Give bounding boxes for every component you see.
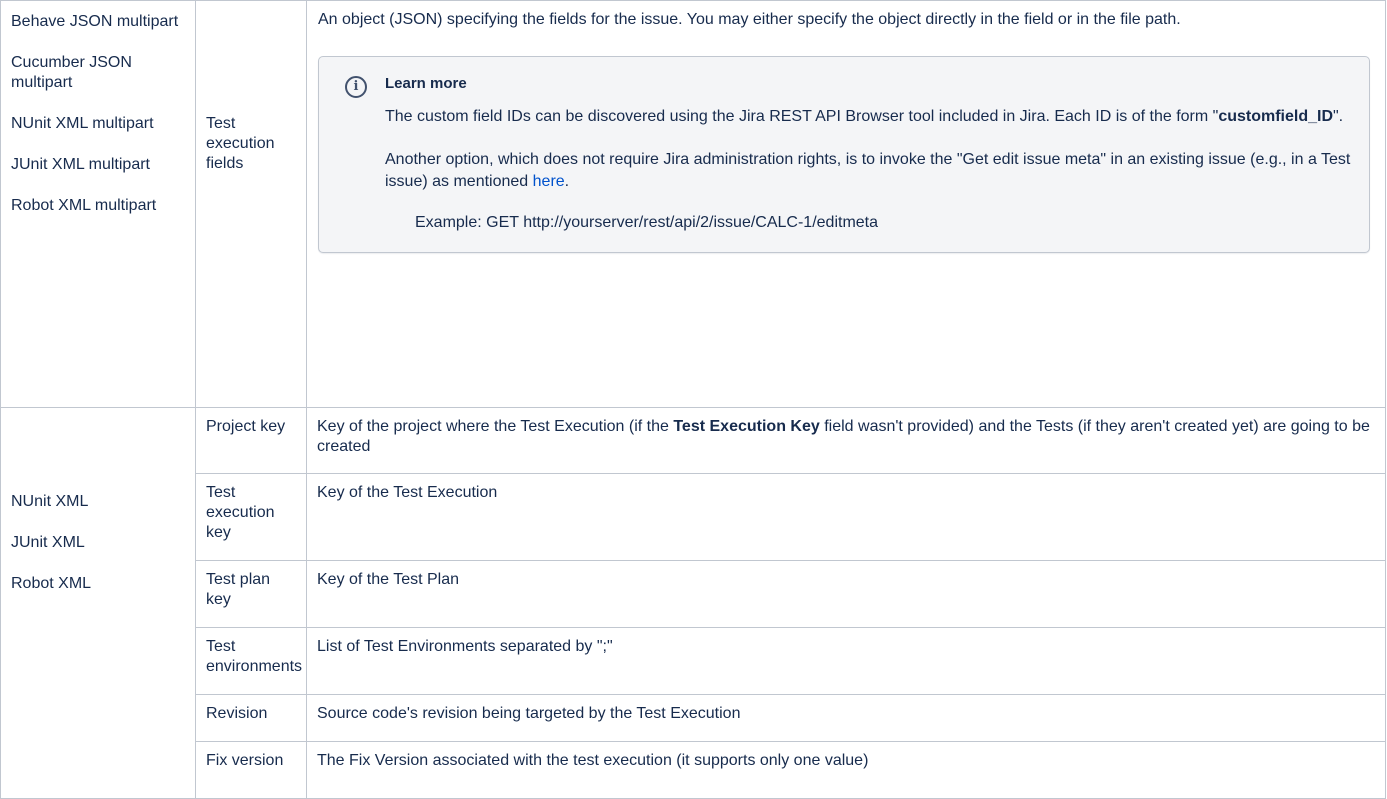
info-panel: i Learn more The custom field IDs can be… [318, 56, 1370, 253]
description-cell: Key of the Test Plan [306, 560, 1386, 628]
table-row: Revision Source code's revision being ta… [1, 694, 1386, 742]
format-item: JUnit XML [11, 533, 85, 551]
field-description: List of Test Environments separated by "… [317, 638, 613, 655]
text-span: Another option, which does not require J… [385, 151, 1351, 190]
description-cell: List of Test Environments separated by "… [306, 627, 1386, 695]
format-cell: NUnit XML JUnit XML Robot XML [0, 407, 196, 799]
field-name-cell: Revision [195, 694, 307, 742]
bold-text: customfield_ID [1218, 108, 1333, 125]
table-row: NUnit XML JUnit XML Robot XML Project ke… [0, 407, 1386, 799]
here-link[interactable]: here [533, 173, 565, 190]
format-item: Behave JSON multipart [11, 13, 179, 30]
table-row: Test execution key Key of the Test Execu… [1, 473, 1386, 561]
field-name: Revision [206, 705, 268, 722]
field-description: Source code's revision being targeted by… [317, 705, 741, 722]
format-item: JUnit XML multipart [11, 156, 150, 173]
field-description: Key of the Test Plan [317, 571, 460, 588]
table-row: Behave JSON multipart Cucumber JSON mult… [0, 0, 1386, 408]
field-name-cell: Test execution key [195, 473, 307, 561]
text-span: Key of the project where the Test Execut… [317, 418, 674, 435]
field-name-cell: Test environments [195, 627, 307, 695]
field-name: Test plan key [206, 571, 271, 608]
panel-title: Learn more [385, 75, 467, 92]
bold-text: Test Execution Key [673, 418, 820, 435]
field-description: The Fix Version associated with the test… [317, 752, 869, 769]
format-item: Cucumber JSON multipart [11, 54, 132, 91]
panel-paragraph: Another option, which does not require J… [385, 149, 1353, 193]
description-cell: Key of the Test Execution [306, 473, 1386, 561]
panel-paragraph: The custom field IDs can be discovered u… [385, 106, 1353, 128]
format-item: NUnit XML [11, 492, 89, 510]
text-span: ". [1333, 108, 1344, 125]
field-description: An object (JSON) specifying the fields f… [318, 11, 1181, 28]
description-cell: Key of the project where the Test Execut… [306, 407, 1386, 474]
field-description: Key of the Test Execution [317, 484, 498, 501]
field-name: Test execution fields [206, 114, 275, 172]
field-name-cell: Test plan key [195, 560, 307, 628]
format-cell: Behave JSON multipart Cucumber JSON mult… [0, 0, 196, 408]
field-name: Test environments [206, 638, 303, 675]
table-row: Test plan key Key of the Test Plan [1, 560, 1386, 628]
field-name: Fix version [206, 752, 284, 769]
format-item: NUnit XML multipart [11, 115, 154, 132]
description-cell: An object (JSON) specifying the fields f… [306, 0, 1386, 408]
example-text: Example: GET http://yourserver/rest/api/… [415, 214, 879, 231]
description-cell: The Fix Version associated with the test… [306, 741, 1386, 799]
table-row: Fix version The Fix Version associated w… [1, 741, 1386, 799]
field-name-cell: Fix version [195, 741, 307, 799]
field-name-cell: Project key [195, 407, 307, 474]
field-name-cell: Test execution fields [195, 0, 307, 408]
format-item: Robot XML multipart [11, 197, 157, 214]
format-item: Robot XML [11, 574, 92, 592]
text-span: The custom field IDs can be discovered u… [385, 108, 1219, 125]
parameters-table: Behave JSON multipart Cucumber JSON mult… [0, 0, 1386, 799]
info-icon: i [345, 76, 367, 98]
description-cell: Source code's revision being targeted by… [306, 694, 1386, 742]
field-name: Project key [206, 418, 286, 435]
table-row: Test environments List of Test Environme… [1, 627, 1386, 695]
text-span: . [564, 173, 570, 190]
field-name: Test execution key [206, 484, 275, 541]
